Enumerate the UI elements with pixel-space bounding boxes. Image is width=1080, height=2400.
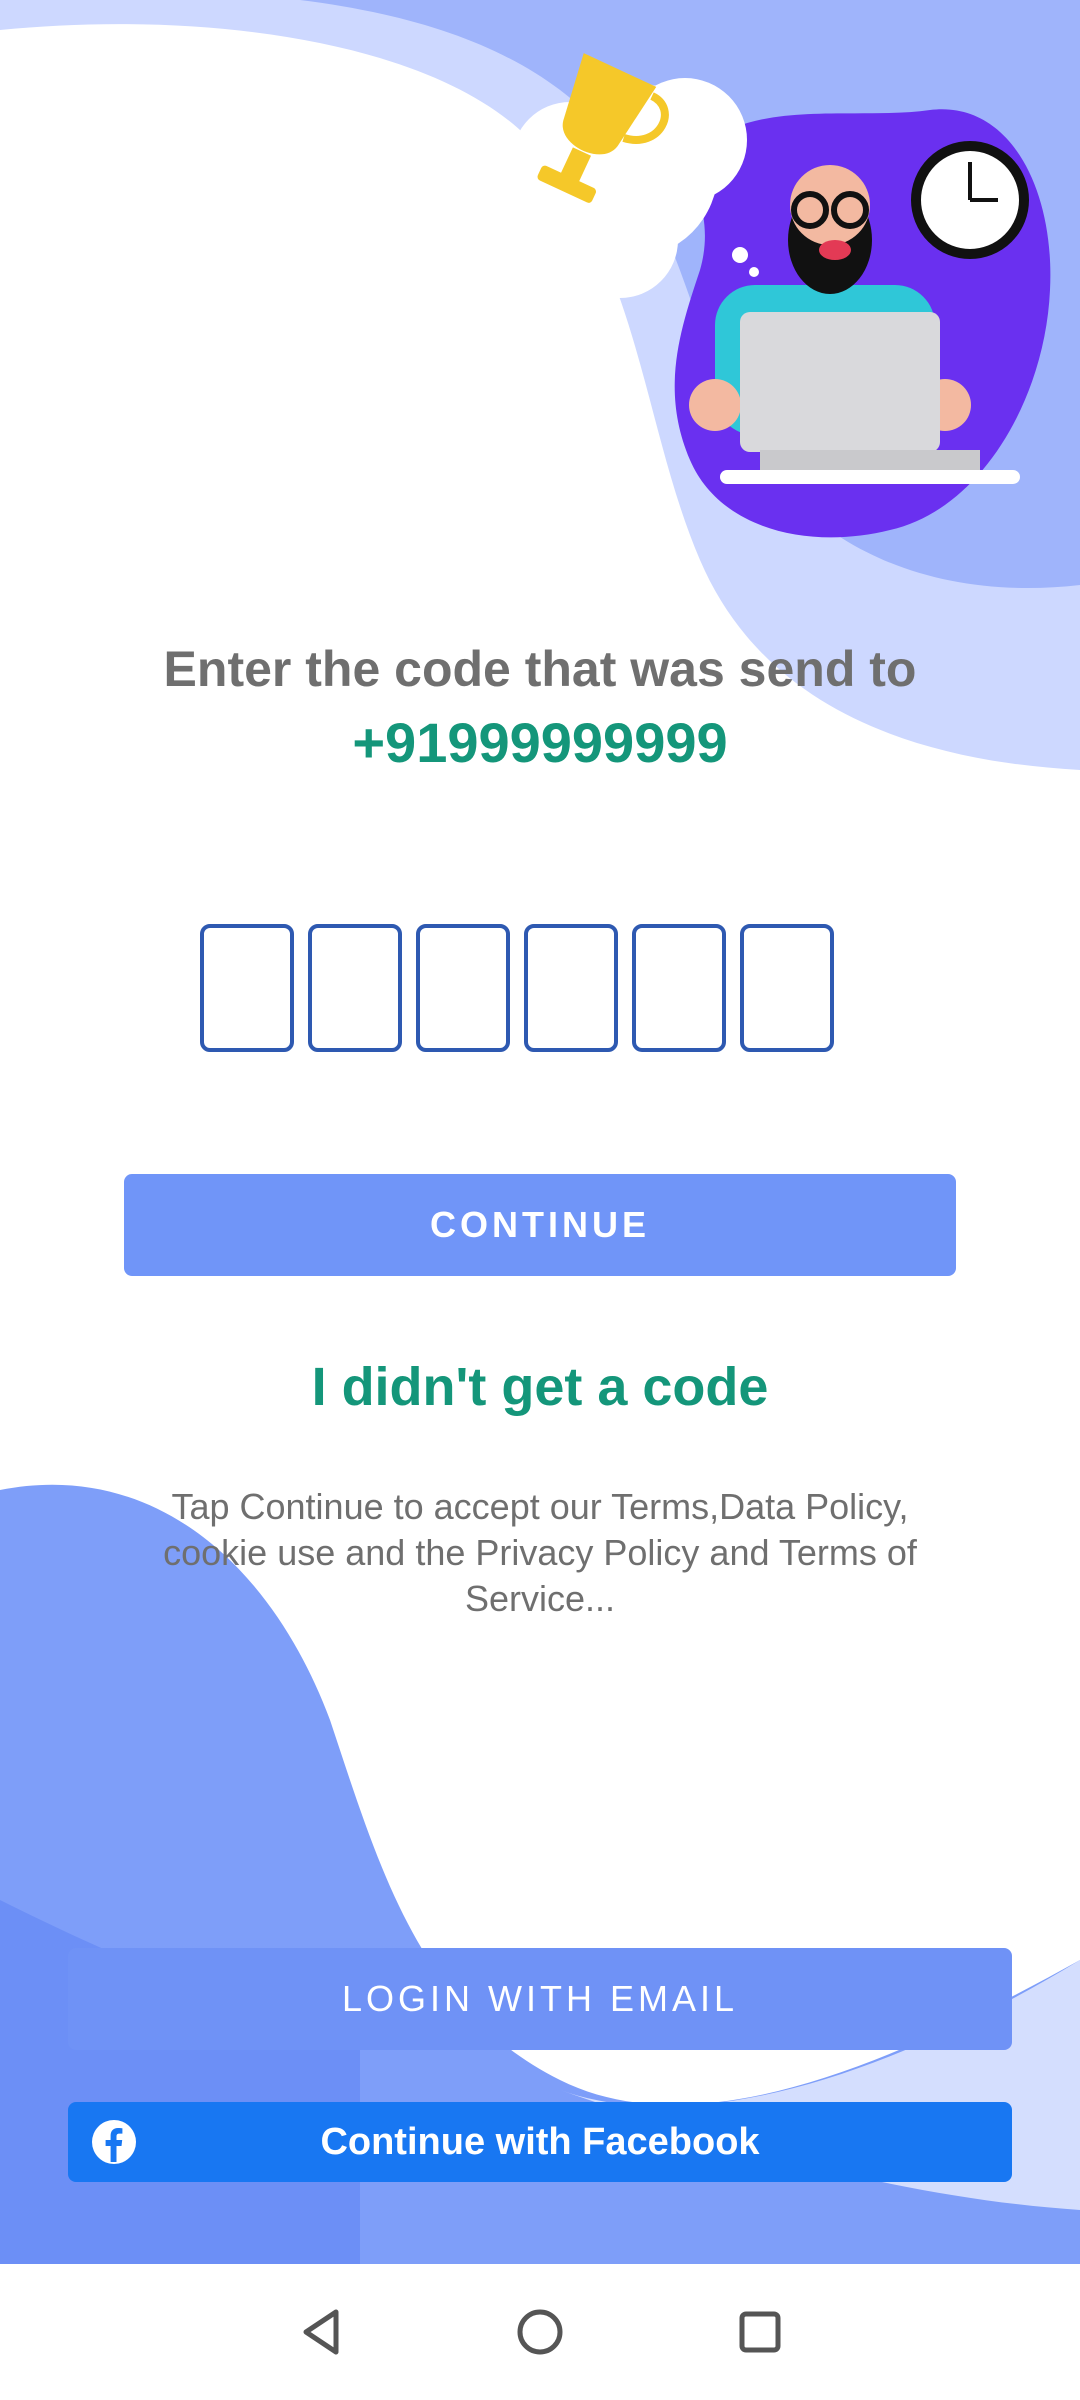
- otp-digit-6[interactable]: [740, 924, 834, 1052]
- terms-text: Tap Continue to accept our Terms,Data Po…: [163, 1486, 917, 1619]
- clock-icon: [911, 141, 1029, 259]
- otp-digit-1[interactable]: [200, 924, 294, 1052]
- otp-code-inputs: [200, 924, 834, 1052]
- otp-digit-2[interactable]: [308, 924, 402, 1052]
- system-navigation-bar: [0, 2264, 1080, 2400]
- page-title: Enter the code that was send to: [163, 641, 917, 697]
- continue-with-facebook-button[interactable]: Continue with Facebook: [68, 2102, 1012, 2182]
- phone-number: +91999999999: [352, 711, 728, 774]
- back-triangle-icon: [303, 2309, 339, 2355]
- continue-button[interactable]: CONTINUE: [124, 1174, 956, 1276]
- otp-digit-5[interactable]: [632, 924, 726, 1052]
- resend-code-link[interactable]: I didn't get a code: [0, 1356, 1080, 1418]
- login-with-email-button[interactable]: LOGIN WITH EMAIL: [68, 1948, 1012, 2050]
- nav-recents-button[interactable]: [700, 2264, 820, 2400]
- nav-home-button[interactable]: [480, 2264, 600, 2400]
- otp-digit-4[interactable]: [524, 924, 618, 1052]
- hero-illustration: [512, 53, 1051, 538]
- facebook-icon: [92, 2120, 136, 2164]
- facebook-button-label: Continue with Facebook: [320, 2120, 760, 2163]
- nav-back-button[interactable]: [262, 2264, 382, 2400]
- home-circle-icon: [517, 2309, 563, 2355]
- otp-digit-3[interactable]: [416, 924, 510, 1052]
- recents-square-icon: [739, 2311, 781, 2353]
